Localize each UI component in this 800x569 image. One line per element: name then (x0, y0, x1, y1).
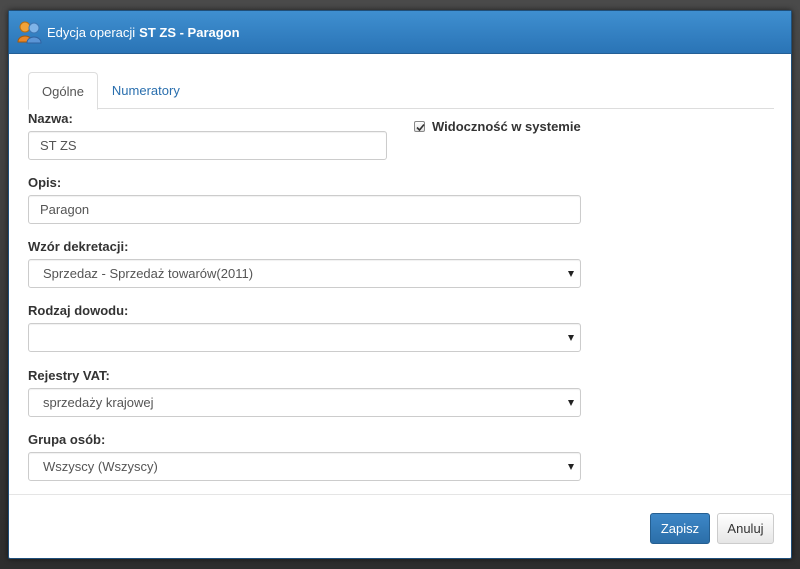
caret-down-icon (568, 335, 574, 341)
tab-general[interactable]: Ogólne (28, 72, 98, 110)
caret-down-icon (568, 464, 574, 470)
document-type-select[interactable] (28, 323, 581, 352)
description-field[interactable]: Paragon (28, 195, 581, 224)
person-group-select[interactable]: Wszyscy (Wszyscy) (28, 452, 581, 481)
name-value: ST ZS (40, 138, 77, 153)
name-field[interactable]: ST ZS (28, 131, 387, 160)
cancel-button[interactable]: Anuluj (717, 513, 774, 544)
check-icon (416, 123, 425, 132)
vat-registers-select[interactable]: sprzedaży krajowej (28, 388, 581, 417)
edit-operation-dialog: Edycja operacji ST ZS - Paragon Ogólne N… (8, 10, 792, 559)
caret-down-icon (568, 271, 574, 277)
dialog-title: ST ZS - Paragon (139, 24, 240, 40)
dialog-footer: Zapisz Anuluj (9, 494, 791, 558)
name-label: Nazwa: (28, 111, 73, 126)
posting-template-select[interactable]: Sprzedaz - Sprzedaż towarów(2011) (28, 259, 581, 288)
users-icon (17, 20, 43, 44)
vat-registers-value: sprzedaży krajowej (43, 395, 154, 410)
person-group-value: Wszyscy (Wszyscy) (43, 459, 158, 474)
tab-bar: Ogólne Numeratory (28, 72, 774, 110)
tab-numerators[interactable]: Numeratory (98, 72, 194, 109)
dialog-title-prefix: Edycja operacji (47, 24, 136, 40)
description-label: Opis: (28, 175, 62, 190)
description-value: Paragon (40, 202, 90, 217)
visibility-checkbox-row[interactable]: Widoczność w systemie (414, 119, 581, 134)
vat-registers-label: Rejestry VAT: (28, 368, 110, 383)
posting-template-label: Wzór dekretacji: (28, 239, 129, 254)
visibility-checkbox[interactable] (414, 121, 425, 132)
save-button[interactable]: Zapisz (650, 513, 710, 544)
dialog-titlebar: Edycja operacji ST ZS - Paragon (9, 11, 791, 54)
caret-down-icon (568, 400, 574, 406)
person-group-label: Grupa osób: (28, 432, 106, 447)
visibility-label: Widoczność w systemie (432, 119, 581, 134)
document-type-label: Rodzaj dowodu: (28, 303, 129, 318)
posting-template-value: Sprzedaz - Sprzedaż towarów(2011) (43, 266, 254, 281)
